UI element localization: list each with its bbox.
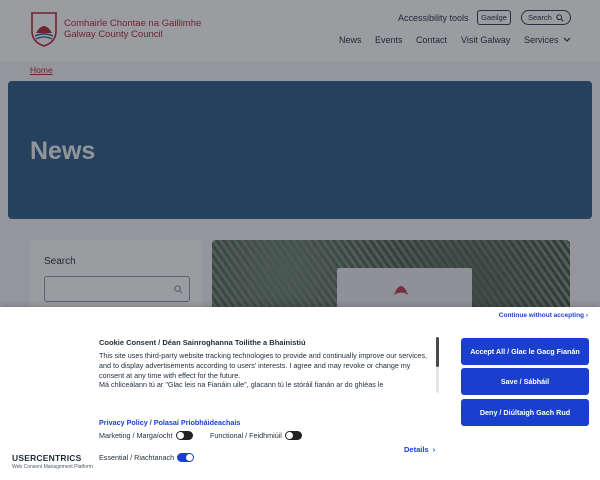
scrollbar-thumb[interactable] [436, 337, 439, 367]
consent-body[interactable]: This site uses third-party website track… [99, 351, 429, 391]
usercentrics-logo[interactable]: USERCENTRICS Web Consent Management Plat… [12, 453, 93, 470]
details-toggle-link[interactable]: Details › [404, 445, 435, 454]
deny-button[interactable]: Deny / Diúltaigh Gach Rud [461, 399, 589, 426]
toggle-label: Marketing / Margaíocht [99, 431, 173, 440]
details-label: Details [404, 445, 429, 454]
continue-without-accepting-link[interactable]: Continue without accepting › [499, 312, 588, 319]
toggle-label: Essential / Riachtanach [99, 453, 175, 462]
consent-title: Cookie Consent / Déan Sainroghanna Toili… [99, 338, 306, 347]
arrow-right-icon: › [585, 312, 588, 319]
marketing-toggle-row: Marketing / Margaíocht [99, 431, 193, 440]
toggle-label: Functional / Feidhmiúil [210, 431, 282, 440]
chevron-right-icon: › [430, 445, 436, 454]
consent-scrollbar[interactable] [436, 337, 439, 393]
consent-body-english: This site uses third-party website track… [99, 351, 427, 380]
functional-toggle[interactable] [284, 431, 302, 440]
marketing-toggle[interactable] [175, 431, 193, 440]
accept-all-button[interactable]: Accept All / Glac le Gacg Fianán [461, 338, 589, 365]
functional-toggle-row: Functional / Feidhmiúil [210, 431, 302, 440]
privacy-policy-link[interactable]: Privacy Policy / Polasaí Príobháideachai… [99, 418, 240, 427]
vendor-name: USERCENTRICS [12, 453, 82, 463]
vendor-subtitle: Web Consent Management Platform [12, 464, 93, 470]
consent-body-irish: Má chliceálann tú ar "Glac leis na Fianá… [99, 380, 384, 390]
save-button[interactable]: Save / Sábháil [461, 368, 589, 395]
essential-toggle[interactable] [177, 453, 195, 462]
continue-without-accepting-label: Continue without accepting [498, 312, 585, 319]
essential-toggle-row: Essential / Riachtanach [99, 453, 195, 462]
cookie-consent-banner: Continue without accepting › Cookie Cons… [0, 307, 600, 480]
